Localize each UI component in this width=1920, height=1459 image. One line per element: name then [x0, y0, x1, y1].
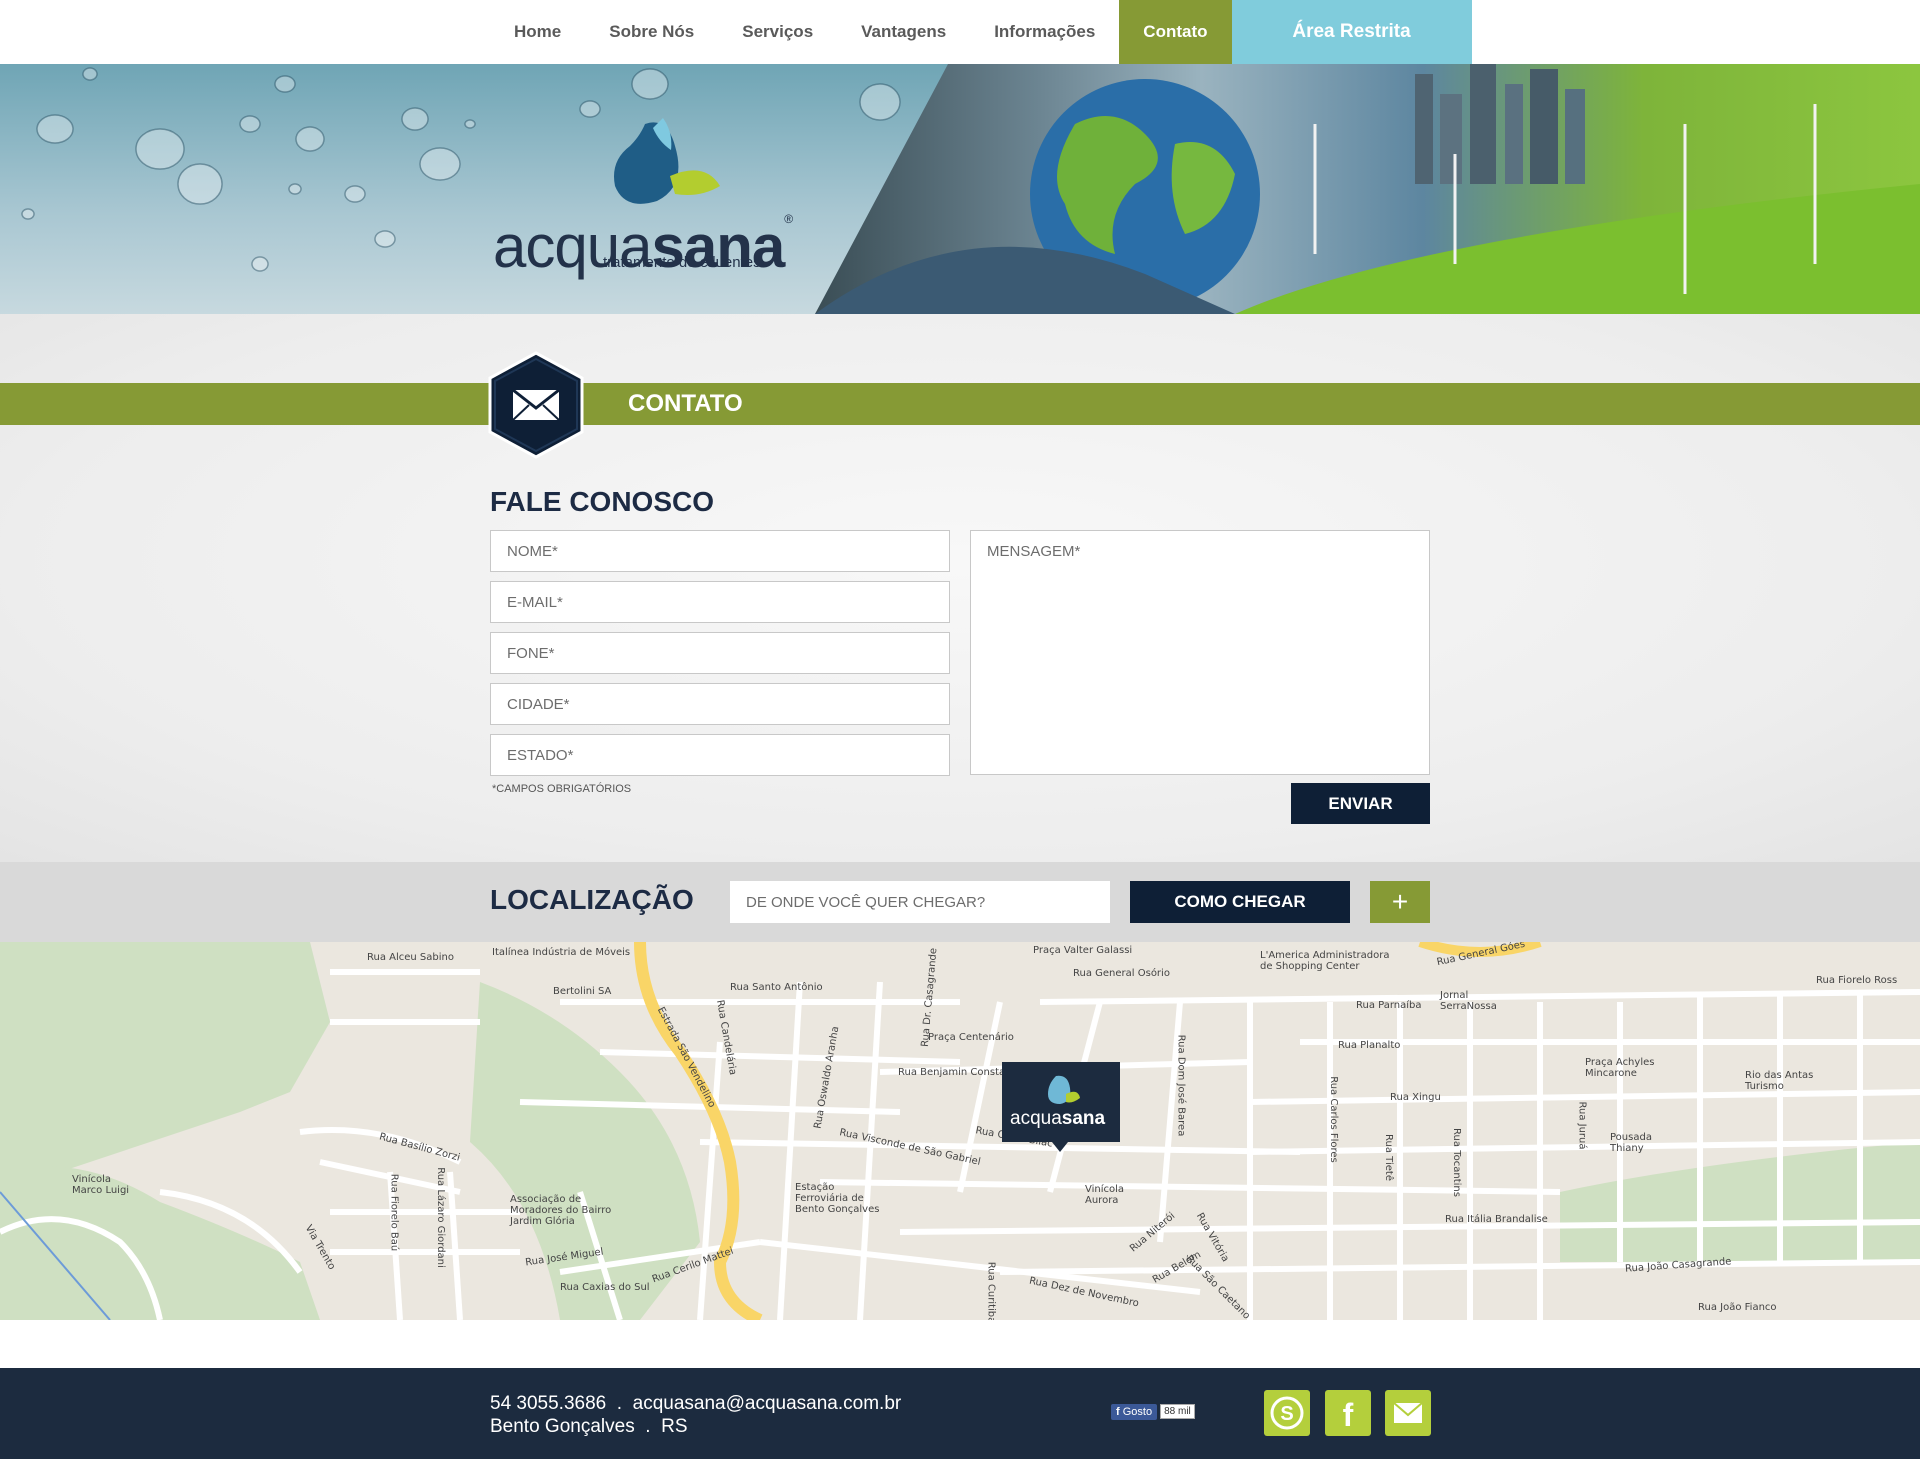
- map-label: Rua General Osório: [1073, 968, 1170, 979]
- logo-tagline: tratamento de efluentes: [603, 254, 761, 271]
- svg-text:f: f: [1343, 1397, 1354, 1433]
- map-label: Rua Caxias do Sul: [560, 1282, 650, 1293]
- map-label: Rua Dom José Barea: [1175, 1034, 1187, 1137]
- top-navigation: Home Sobre Nós Serviços Vantagens Inform…: [0, 0, 1920, 64]
- map-label: Rua João Fianco: [1698, 1302, 1777, 1313]
- origin-input[interactable]: [730, 881, 1110, 923]
- map-label: Jornal SerraNossa: [1440, 990, 1497, 1012]
- name-field[interactable]: [490, 530, 950, 572]
- footer-contact: 54 3055.3686 . acquasana@acquasana.com.b…: [490, 1393, 901, 1415]
- map-label: Rua Tietê: [1382, 1134, 1394, 1181]
- required-fields-note: *CAMPOS OBRIGATÓRIOS: [492, 783, 632, 795]
- logo-drop-icon: [614, 118, 720, 204]
- map-label: Rua Lázaro Giordani: [434, 1167, 446, 1268]
- map-label: Rua Fiorelo Ross: [1816, 975, 1898, 986]
- footer: [0, 1368, 1920, 1459]
- map-label: Pousada Thiany: [1610, 1132, 1652, 1154]
- message-field[interactable]: [970, 530, 1430, 775]
- facebook-icon[interactable]: f: [1325, 1390, 1371, 1436]
- map-label: Rua Alceu Sabino: [367, 952, 454, 963]
- facebook-like-widget[interactable]: f Gosto 88 mil: [1111, 1402, 1195, 1421]
- mail-icon[interactable]: [1385, 1390, 1431, 1436]
- restricted-area-button[interactable]: Área Restrita: [1231, 0, 1472, 64]
- nav-item-contato[interactable]: Contato: [1119, 0, 1232, 64]
- state-field[interactable]: [490, 734, 950, 776]
- nav-item-home[interactable]: Home: [490, 0, 585, 64]
- map-label: Vinícola Marco Luigi: [72, 1174, 130, 1196]
- map-label: Rua Carlos Flores: [1327, 1076, 1339, 1163]
- contact-header-bar: [0, 383, 1920, 425]
- map-label: Rua Tocantins: [1450, 1128, 1462, 1197]
- map-label: Rua Itália Brandalise: [1445, 1214, 1548, 1225]
- envelope-badge-icon: [488, 351, 584, 459]
- nav-item-vantagens[interactable]: Vantagens: [837, 0, 970, 64]
- footer-email[interactable]: acquasana@acquasana.com.br: [633, 1393, 902, 1414]
- map-label: Vinícola Aurora: [1085, 1184, 1125, 1206]
- form-title: FALE CONOSCO: [490, 486, 715, 517]
- map-label: Rua Parnaíba: [1356, 1000, 1422, 1011]
- map-label: Italínea Indústria de Móveis: [492, 947, 631, 958]
- city-field[interactable]: [490, 683, 950, 725]
- nav-item-informacoes[interactable]: Informações: [970, 0, 1119, 64]
- nav-item-servicos[interactable]: Serviços: [718, 0, 837, 64]
- email-field[interactable]: [490, 581, 950, 623]
- map-label: Praça Valter Galassi: [1033, 945, 1133, 956]
- nav-menu: Home Sobre Nós Serviços Vantagens Inform…: [490, 0, 1472, 64]
- map[interactable]: Rua Alceu Sabino Italínea Indústria de M…: [0, 942, 1920, 1320]
- map-label: Praça Achyles Mincarone: [1585, 1057, 1655, 1079]
- map-label: Associação de Moradores do Bairro Jardim…: [510, 1194, 612, 1227]
- map-label: Rua Fiorelo Baú: [388, 1173, 400, 1252]
- footer-separator: .: [645, 1416, 651, 1437]
- footer-spacer: [0, 1320, 1920, 1368]
- globe-illustration: [815, 64, 1920, 314]
- map-label: Rua Benjamin Constant: [898, 1067, 1016, 1078]
- facebook-like-count: 88 mil: [1160, 1404, 1195, 1419]
- svg-text:S: S: [1280, 1403, 1293, 1425]
- submit-button[interactable]: ENVIAR: [1291, 783, 1430, 824]
- map-label: Estação Ferroviária de Bento Gonçalves: [795, 1182, 880, 1215]
- phone-field[interactable]: [490, 632, 950, 674]
- map-label: Praça Centenário: [928, 1032, 1014, 1043]
- map-location-marker[interactable]: acquasana: [1002, 1062, 1120, 1152]
- pin-brand: acquasana: [1010, 1108, 1106, 1129]
- skype-icon[interactable]: S: [1264, 1390, 1310, 1436]
- map-label: Rua Xingu: [1390, 1092, 1441, 1103]
- footer-state: RS: [661, 1416, 688, 1437]
- eco-globe-image: [815, 64, 1920, 314]
- section-title: CONTATO: [628, 390, 743, 417]
- facebook-like-button[interactable]: f Gosto: [1111, 1403, 1158, 1420]
- directions-button[interactable]: COMO CHEGAR: [1130, 881, 1350, 923]
- header-banner: acquasana® tratamento de efluentes: [0, 64, 1920, 314]
- pin-logo-icon: [1048, 1075, 1080, 1104]
- map-label: Rio das Antas Turismo: [1745, 1070, 1814, 1092]
- location-title: LOCALIZAÇÃO: [490, 884, 694, 915]
- map-label: Rua Juruá: [1576, 1101, 1588, 1150]
- footer-separator: .: [616, 1393, 623, 1414]
- zoom-in-button[interactable]: +: [1370, 881, 1430, 923]
- footer-address: Bento Gonçalves . RS: [490, 1416, 688, 1438]
- nav-item-sobre-nos[interactable]: Sobre Nós: [585, 0, 718, 64]
- map-label: Rua Santo Antônio: [730, 982, 823, 993]
- footer-phone: 54 3055.3686: [490, 1393, 607, 1414]
- map-label: Rua Curitiba: [985, 1261, 997, 1320]
- footer-city: Bento Gonçalves: [490, 1416, 635, 1437]
- map-label: Bertolini SA: [553, 986, 612, 997]
- map-label: Rua Planalto: [1338, 1040, 1401, 1051]
- map-label: L'America Administradora de Shopping Cen…: [1260, 950, 1390, 972]
